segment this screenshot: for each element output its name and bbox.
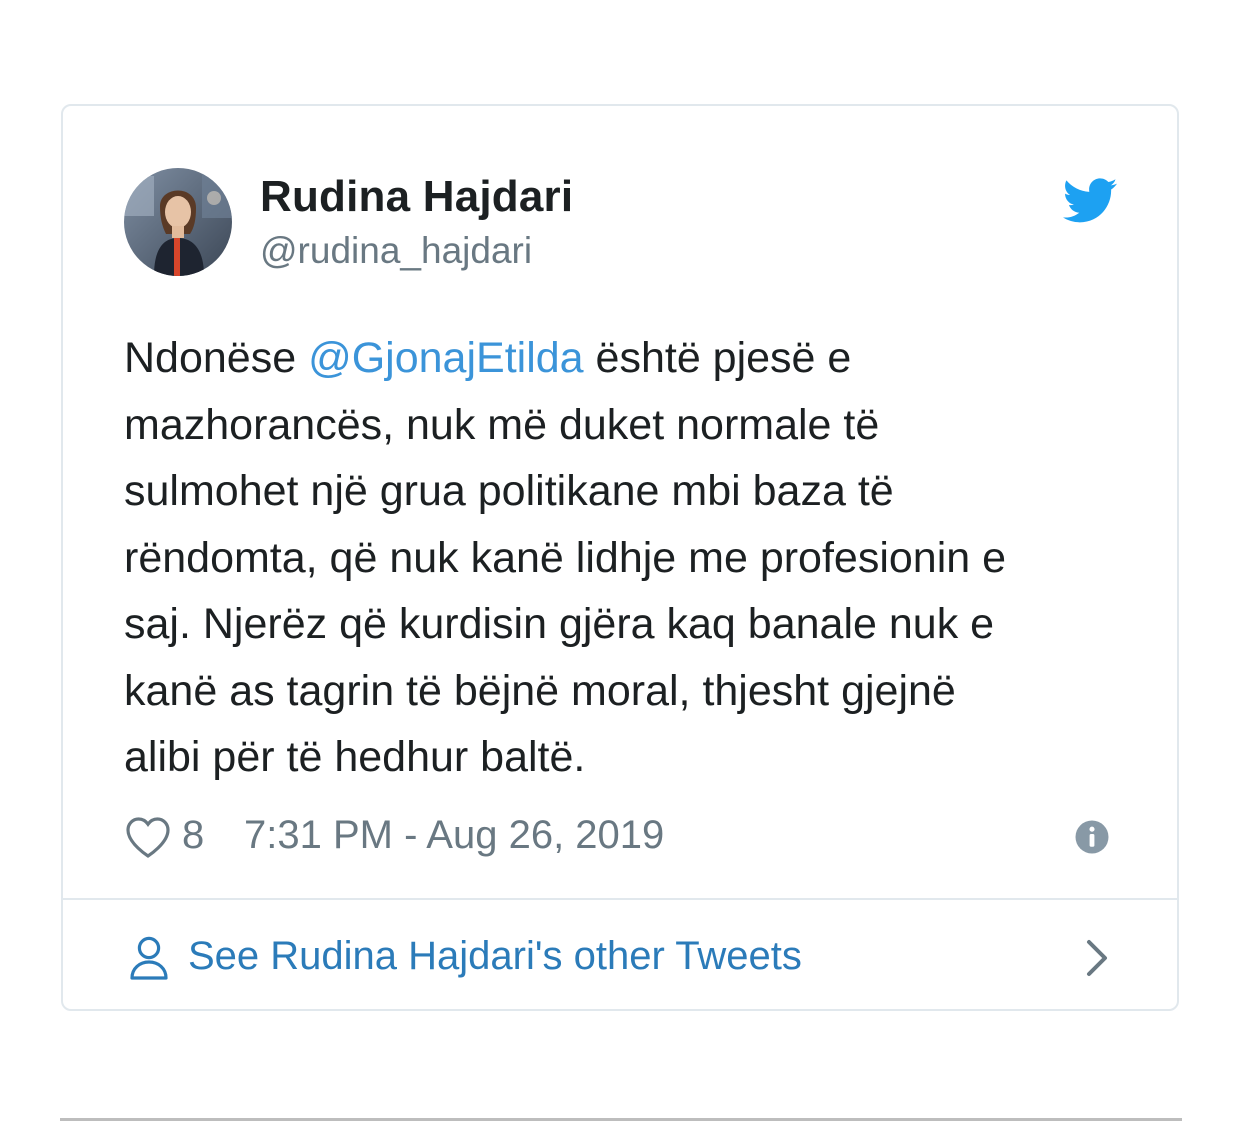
tweet-text-line: mazhorancës, nuk më duket normale të: [124, 400, 880, 449]
see-other-tweets-label[interactable]: See Rudina Hajdari's other Tweets: [188, 934, 802, 979]
mention-link[interactable]: @GjonajEtilda: [308, 334, 584, 382]
info-icon[interactable]: [1074, 819, 1110, 855]
author-handle[interactable]: @rudina_hajdari: [260, 230, 532, 272]
tweet-text-segment: Ndonëse: [124, 334, 309, 382]
tweet-header: Rudina Hajdari @rudina_hajdari: [63, 106, 1177, 306]
author-name[interactable]: Rudina Hajdari: [260, 172, 573, 222]
tweet-text-line: Ndonëse @GjonajEtilda është pjesë e: [124, 325, 1134, 392]
tweet-text-line: rëndomta, që nuk kanë lidhje me profesio…: [124, 533, 1007, 582]
page-divider: [60, 1118, 1182, 1121]
tweet-text: Ndonëse @GjonajEtilda është pjesë e mazh…: [124, 325, 1134, 791]
tweet-text-line: sulmohet një grua politikane mbi baza të: [124, 467, 894, 515]
see-other-tweets-link[interactable]: See Rudina Hajdari's other Tweets: [63, 900, 1177, 1011]
heart-icon[interactable]: [124, 815, 172, 859]
tweet-text-line: kanë as tagrin të bëjnë moral, thjesht g…: [124, 666, 956, 715]
tweet-text-line: alibi për të hedhur baltë.: [124, 733, 586, 781]
tweet-timestamp[interactable]: 7:31 PM - Aug 26, 2019: [244, 813, 664, 858]
tweet-text-line: saj. Njerëz që kurdisin gjëra kaq banale…: [124, 600, 995, 648]
avatar[interactable]: [124, 168, 232, 276]
tweet-text-segment: është pjesë e: [583, 334, 852, 382]
twitter-bird-icon[interactable]: [1063, 178, 1118, 224]
like-count[interactable]: 8: [182, 813, 204, 858]
tweet-card: Rudina Hajdari @rudina_hajdari Ndonëse @…: [61, 104, 1179, 1011]
person-icon: [130, 936, 168, 980]
chevron-right-icon[interactable]: [1085, 938, 1109, 978]
tweet-meta: 8 7:31 PM - Aug 26, 2019: [124, 811, 1114, 861]
